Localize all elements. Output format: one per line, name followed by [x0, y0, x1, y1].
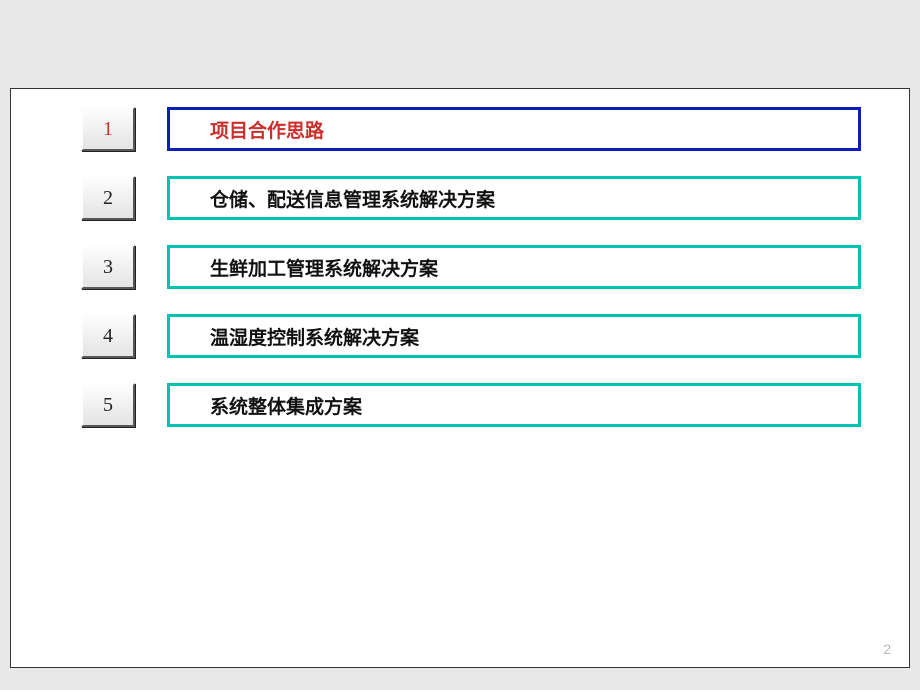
toc-label-3: 生鲜加工管理系统解决方案: [167, 245, 861, 289]
slide-frame: 1 项目合作思路 2 仓储、配送信息管理系统解决方案 3 生鲜加工管理系统解决方…: [10, 88, 910, 668]
toc-number-3: 3: [81, 245, 135, 289]
toc-row-5[interactable]: 5 系统整体集成方案: [81, 383, 861, 427]
toc-row-3[interactable]: 3 生鲜加工管理系统解决方案: [81, 245, 861, 289]
toc-number-2: 2: [81, 176, 135, 220]
toc-number-1: 1: [81, 107, 135, 151]
toc-row-4[interactable]: 4 温湿度控制系统解决方案: [81, 314, 861, 358]
toc-label-2: 仓储、配送信息管理系统解决方案: [167, 176, 861, 220]
toc-row-2[interactable]: 2 仓储、配送信息管理系统解决方案: [81, 176, 861, 220]
toc-row-1[interactable]: 1 项目合作思路: [81, 107, 861, 151]
page-number: 2: [883, 641, 891, 657]
toc-label-4: 温湿度控制系统解决方案: [167, 314, 861, 358]
toc-label-1: 项目合作思路: [167, 107, 861, 151]
toc-content: 1 项目合作思路 2 仓储、配送信息管理系统解决方案 3 生鲜加工管理系统解决方…: [81, 107, 861, 452]
toc-number-5: 5: [81, 383, 135, 427]
toc-label-5: 系统整体集成方案: [167, 383, 861, 427]
toc-number-4: 4: [81, 314, 135, 358]
